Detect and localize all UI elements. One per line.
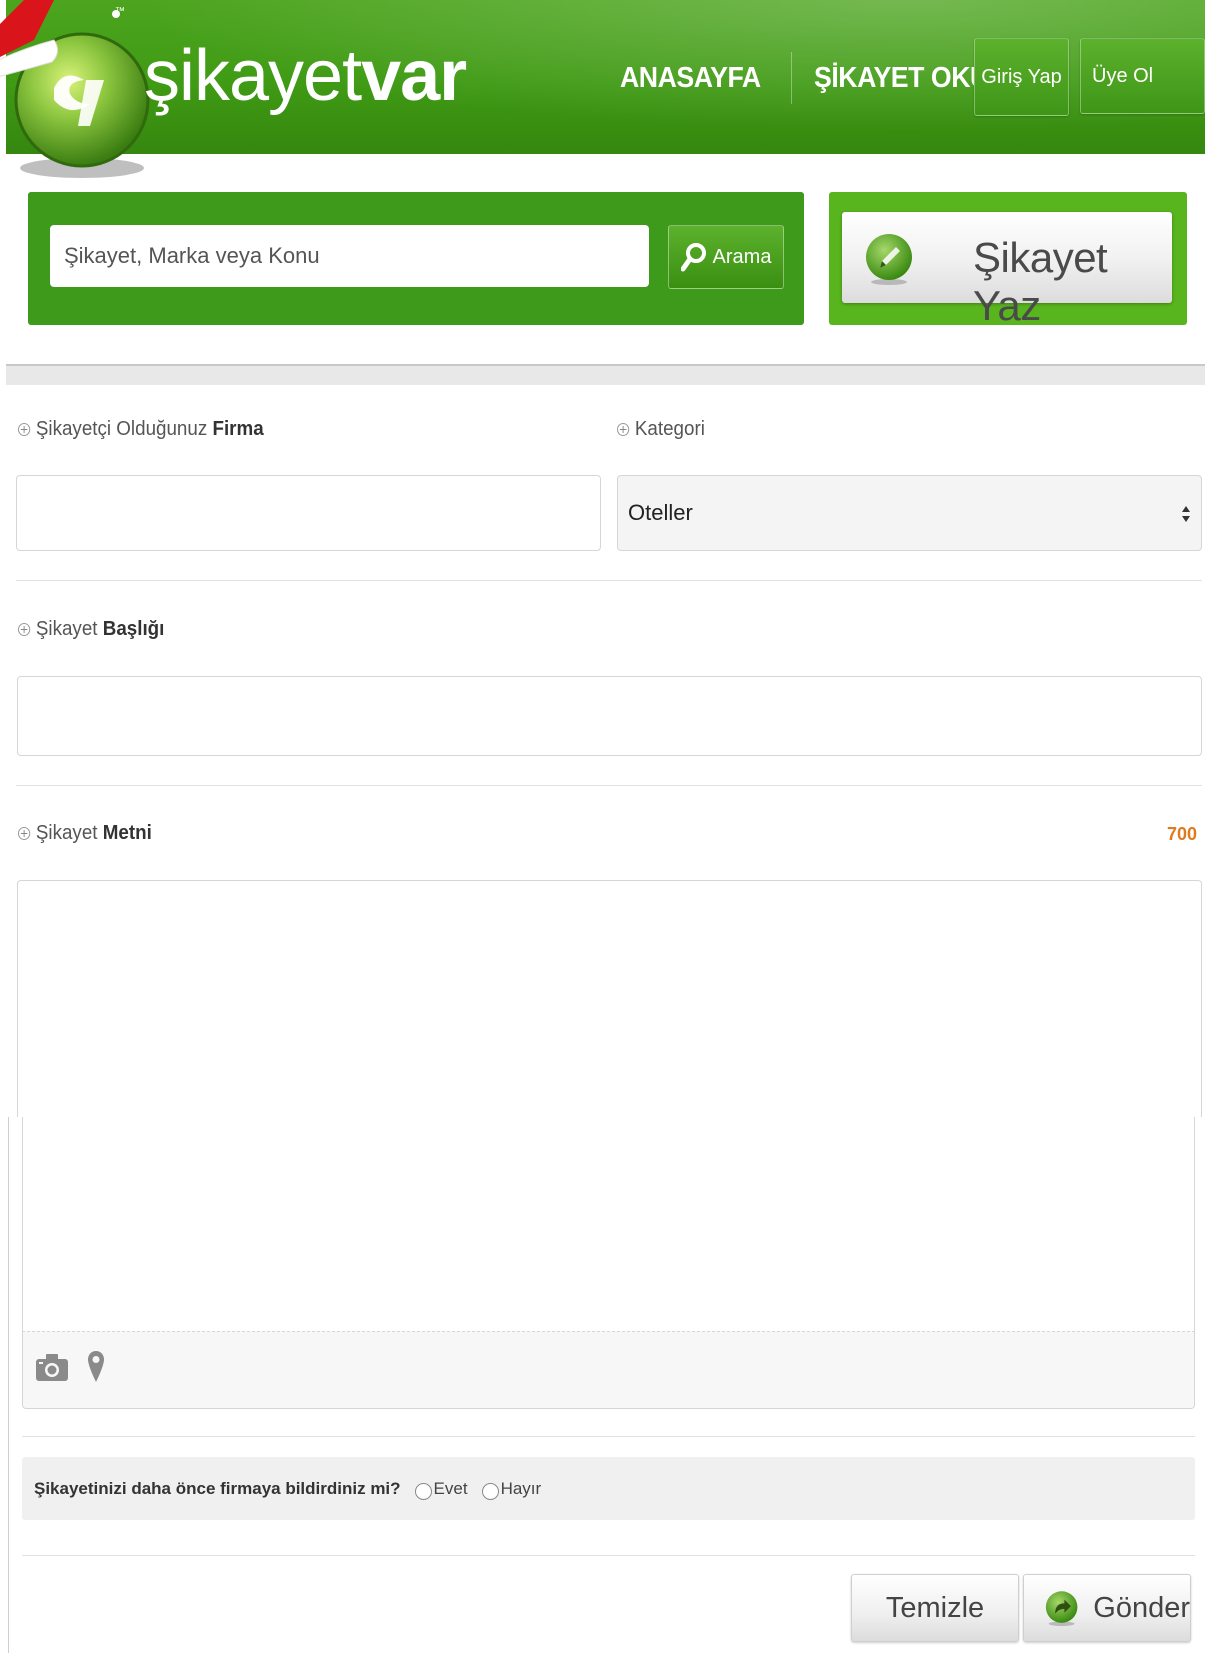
search-panel: Arama	[28, 192, 804, 325]
page-edge-line	[8, 1117, 9, 1653]
title-label: Şikayet Başlığı	[18, 618, 164, 641]
attachment-toolbar	[22, 1331, 1195, 1409]
clear-button[interactable]: Temizle	[851, 1574, 1019, 1642]
complaint-text-area[interactable]	[17, 880, 1202, 1117]
nav-read-complaints[interactable]: ŞİKAYET OKU	[814, 62, 989, 95]
pencil-icon	[866, 234, 912, 285]
write-complaint-button[interactable]: Şikayet Yaz	[842, 212, 1172, 329]
send-arrow-icon	[1045, 1591, 1078, 1627]
logo-wordmark: şikayetvar	[144, 36, 467, 116]
radio-yes[interactable]	[414, 1483, 432, 1500]
expand-icon	[18, 423, 31, 436]
location-pin-icon[interactable]	[87, 1350, 105, 1384]
form-divider	[22, 1436, 1195, 1437]
nav-divider	[790, 52, 792, 104]
main-nav: ANASAYFA ŞİKAYET OKU	[620, 52, 1004, 104]
radio-yes-label[interactable]: Evet	[434, 1479, 468, 1499]
radio-no[interactable]	[481, 1483, 499, 1500]
complaint-title-input[interactable]	[17, 676, 1202, 756]
company-input[interactable]	[16, 475, 601, 551]
trademark-mark: ™	[115, 6, 125, 17]
complaint-text-area-continued[interactable]	[22, 1117, 1195, 1331]
category-select[interactable]: Oteller	[617, 475, 1202, 551]
write-complaint-panel: Şikayet Yaz	[829, 192, 1187, 329]
form-divider	[22, 1555, 1195, 1556]
prior-report-question: Şikayetinizi daha önce firmaya bildirdin…	[22, 1457, 1195, 1520]
camera-icon[interactable]	[35, 1352, 69, 1382]
text-label: Şikayet Metni	[18, 822, 152, 845]
nav-home[interactable]: ANASAYFA	[620, 62, 761, 95]
send-button-label: Gönder	[1093, 1591, 1190, 1624]
send-button[interactable]: Gönder	[1023, 1574, 1191, 1642]
login-button[interactable]: Giriş Yap	[974, 38, 1069, 116]
char-counter: 700	[1166, 824, 1197, 844]
form-divider	[16, 580, 1202, 581]
logo-mark-icon	[0, 0, 150, 178]
category-label: Kategori	[617, 418, 705, 441]
search-button[interactable]: Arama	[668, 225, 784, 289]
question-text: Şikayetinizi daha önce firmaya bildirdin…	[34, 1478, 401, 1498]
search-input[interactable]	[50, 225, 649, 287]
expand-icon	[18, 827, 31, 840]
form-divider	[16, 785, 1202, 786]
search-icon	[680, 243, 706, 272]
search-button-label: Arama	[712, 245, 772, 268]
section-divider	[6, 364, 1205, 385]
radio-no-label[interactable]: Hayır	[501, 1479, 542, 1499]
category-selected-value: Oteller	[628, 500, 693, 525]
site-logo[interactable]: şikayetvar ™	[0, 0, 467, 190]
expand-icon	[18, 623, 31, 636]
register-button[interactable]: Üye Ol	[1080, 38, 1205, 114]
write-complaint-label: Şikayet Yaz	[973, 234, 1108, 329]
select-arrows-icon	[1182, 506, 1190, 522]
company-label: Şikayetçi Olduğunuz Firma	[18, 418, 264, 441]
expand-icon	[617, 423, 630, 436]
